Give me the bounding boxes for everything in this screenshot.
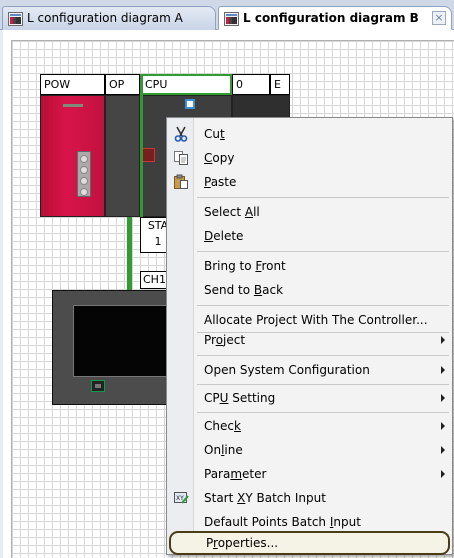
power-supply-module[interactable]: [40, 95, 105, 217]
menu-label: CP: [204, 391, 220, 405]
module-label-cpu: CPU: [140, 74, 232, 95]
menu-label: Chec: [204, 419, 234, 433]
menu-label-rest: Setting: [228, 391, 276, 405]
menu-label-rest: operties...: [217, 536, 279, 550]
menu-label-rest: ine: [224, 443, 243, 457]
menu-accelerator: P: [204, 175, 211, 189]
menu-label-rest: ject: [223, 333, 246, 347]
menu-label: On: [204, 443, 222, 457]
network-link-line: [127, 217, 132, 296]
menu-accelerator: A: [244, 205, 254, 219]
submenu-arrow-icon: [441, 394, 445, 402]
menu-label: P: [206, 536, 214, 550]
menu-label: Allocate Project With The Controller...: [204, 313, 428, 327]
context-menu: Cut Copy Paste Select All Delete Bring t…: [166, 117, 453, 555]
menu-label-rest: ll: [253, 205, 260, 219]
submenu-arrow-icon: [441, 446, 445, 454]
menu-separator: [197, 251, 449, 252]
menu-label-rest: Y Batch Input: [245, 491, 326, 505]
copy-icon: [173, 150, 189, 166]
operation-module[interactable]: [105, 95, 140, 217]
menu-item-cut[interactable]: Cut: [167, 122, 452, 146]
selection-handle-icon[interactable]: [185, 99, 195, 109]
power-indicator-bar: [63, 104, 83, 107]
menu-label-rest: elete: [213, 229, 244, 243]
diagram-icon: [8, 11, 23, 26]
menu-item-copy[interactable]: Copy: [167, 146, 452, 170]
menu-separator: [197, 355, 449, 356]
menu-label-rest: aste: [210, 175, 237, 189]
menu-accelerator: D: [204, 229, 214, 243]
menu-item-project[interactable]: Project: [167, 328, 452, 352]
menu-separator: [197, 384, 449, 385]
menu-accelerator: o: [215, 333, 224, 347]
scissors-icon: [173, 126, 189, 142]
menu-label: Bring to: [204, 259, 256, 273]
menu-label-rest: eter: [242, 467, 267, 481]
hmi-port-icon: [91, 380, 105, 392]
menu-label-rest: opy: [212, 151, 235, 165]
menu-item-start-xy-batch-input[interactable]: XY Start XY Batch Input: [167, 486, 452, 510]
cpu-status-indicator: [141, 148, 155, 162]
menu-label: Para: [204, 467, 231, 481]
menu-item-properties[interactable]: Properties...: [169, 531, 450, 555]
menu-item-parameter[interactable]: Parameter: [167, 462, 452, 486]
menu-item-bring-to-front[interactable]: Bring to Front: [167, 254, 452, 278]
submenu-arrow-icon: [441, 422, 445, 430]
menu-label: Pr: [204, 333, 216, 347]
menu-label: Select: [204, 205, 245, 219]
submenu-arrow-icon: [441, 470, 445, 478]
module-label-pow: POW: [40, 74, 105, 95]
close-icon[interactable]: ×: [432, 11, 446, 25]
submenu-arrow-icon: [441, 336, 445, 344]
menu-label-rest: nput: [333, 515, 361, 529]
power-led-column: [77, 151, 91, 197]
menu-separator: [197, 197, 449, 198]
menu-item-check[interactable]: Check: [167, 414, 452, 438]
menu-accelerator: m: [230, 467, 243, 481]
menu-label-rest: ack: [262, 283, 284, 297]
menu-item-send-to-back[interactable]: Send to Back: [167, 278, 452, 302]
module-label-slot0: 0: [232, 74, 270, 95]
paste-icon: [173, 174, 189, 190]
menu-label-rest: ront: [261, 259, 286, 273]
menu-accelerator: k: [233, 419, 241, 433]
menu-label: Send to: [204, 283, 254, 297]
menu-separator: [197, 305, 449, 306]
module-label-op: OP: [105, 74, 140, 95]
menu-accelerator: B: [253, 283, 263, 297]
tab-config-diagram-b[interactable]: L configuration diagram B ×: [218, 6, 452, 30]
tab-label: L configuration diagram A: [27, 11, 183, 25]
menu-item-paste[interactable]: Paste: [167, 170, 452, 194]
menu-item-select-all[interactable]: Select All: [167, 200, 452, 224]
tab-config-diagram-a[interactable]: L configuration diagram A: [2, 6, 216, 30]
menu-label: Cu: [204, 127, 220, 141]
diagram-icon: [224, 11, 239, 26]
menu-item-delete[interactable]: Delete: [167, 224, 452, 248]
submenu-arrow-icon: [441, 366, 445, 374]
menu-item-online[interactable]: Online: [167, 438, 452, 462]
menu-item-cpu-setting[interactable]: CPU Setting: [167, 386, 452, 410]
menu-label: Default Points Batch: [204, 515, 330, 529]
tab-label: L configuration diagram B: [243, 11, 419, 25]
menu-label: Start: [204, 491, 238, 505]
selection-outline-left: [140, 74, 143, 217]
xy-batch-icon: XY: [173, 490, 189, 506]
menu-separator: [197, 412, 449, 413]
document-tab-strip: L configuration diagram A L configuratio…: [0, 0, 454, 30]
menu-item-open-system-configuration[interactable]: Open System Configuration: [167, 358, 452, 382]
menu-label: Open System Configuration: [204, 363, 370, 377]
menu-accelerator: t: [219, 127, 225, 141]
module-label-e: E: [270, 74, 290, 95]
